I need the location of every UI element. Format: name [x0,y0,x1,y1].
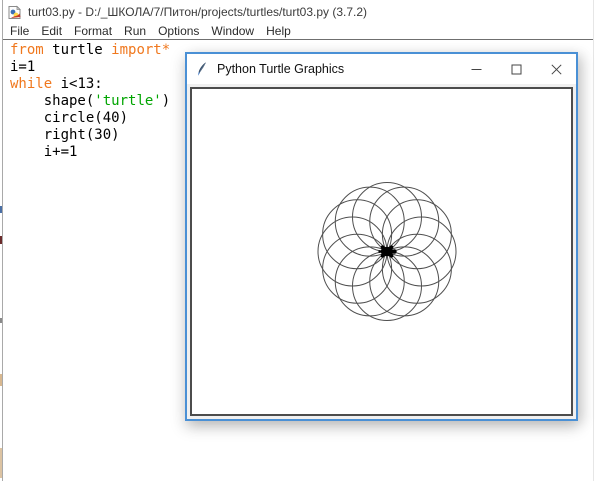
turtle-graphics-window: Python Turtle Graphics [185,52,578,421]
menu-item-format[interactable]: Format [68,24,118,39]
turtle-window-title: Python Turtle Graphics [217,62,456,76]
tk-feather-icon [196,62,208,77]
menu-item-help[interactable]: Help [260,24,297,39]
idle-titlebar: turt03.py - D:/_ШКОЛА/7/Питон/projects/t… [3,0,593,24]
menu-item-file[interactable]: File [4,24,35,39]
close-button[interactable] [536,54,576,84]
idle-window-title: turt03.py - D:/_ШКОЛА/7/Питон/projects/t… [28,5,367,19]
window-controls [456,54,576,84]
turtle-canvas [190,87,573,416]
turtle-titlebar: Python Turtle Graphics [187,54,576,84]
menu-item-run[interactable]: Run [118,24,152,39]
close-icon [551,64,562,75]
menu-item-window[interactable]: Window [205,24,260,39]
menu-bar: FileEditFormatRunOptionsWindowHelp [3,24,593,40]
spirograph-drawing [192,89,571,414]
turtle-window-content [187,84,576,419]
maximize-button[interactable] [496,54,536,84]
menu-item-edit[interactable]: Edit [35,24,68,39]
minimize-button[interactable] [456,54,496,84]
minimize-icon [471,64,482,75]
maximize-icon [511,64,522,75]
menu-item-options[interactable]: Options [152,24,205,39]
idle-file-icon [7,5,22,20]
